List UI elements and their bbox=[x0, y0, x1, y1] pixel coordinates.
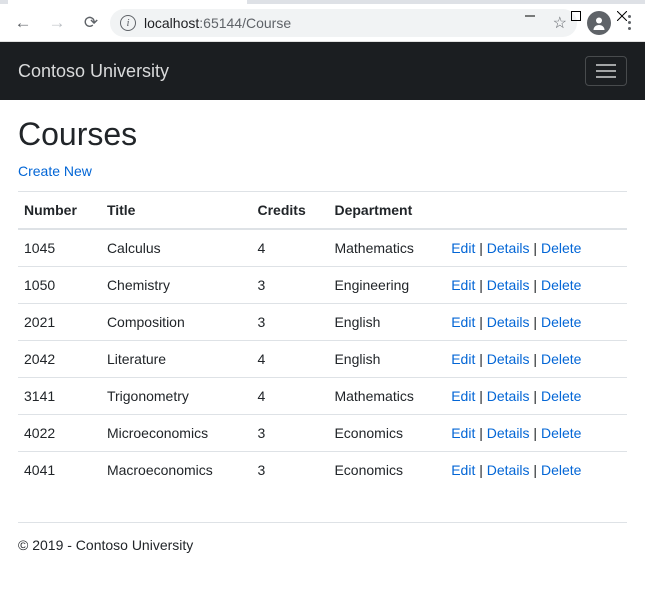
cell-number: 4022 bbox=[18, 415, 101, 452]
page-content: Courses Create New Number Title Credits … bbox=[0, 100, 645, 504]
col-number: Number bbox=[18, 192, 101, 230]
details-link[interactable]: Details bbox=[487, 388, 530, 404]
cell-actions: Edit | Details | Delete bbox=[445, 452, 627, 489]
edit-link[interactable]: Edit bbox=[451, 351, 475, 367]
cell-number: 2042 bbox=[18, 341, 101, 378]
edit-link[interactable]: Edit bbox=[451, 314, 475, 330]
cell-actions: Edit | Details | Delete bbox=[445, 415, 627, 452]
cell-number: 3141 bbox=[18, 378, 101, 415]
table-row: 4041Macroeconomics3EconomicsEdit | Detai… bbox=[18, 452, 627, 489]
create-new-link[interactable]: Create New bbox=[18, 163, 92, 179]
col-department: Department bbox=[328, 192, 445, 230]
navbar-brand[interactable]: Contoso University bbox=[18, 61, 169, 82]
cell-department: Economics bbox=[328, 452, 445, 489]
browser-chrome: Courses - Contoso University × + ← → ⟳ i… bbox=[0, 0, 645, 42]
cell-actions: Edit | Details | Delete bbox=[445, 341, 627, 378]
cell-credits: 3 bbox=[252, 304, 329, 341]
cell-number: 4041 bbox=[18, 452, 101, 489]
col-actions bbox=[445, 192, 627, 230]
cell-actions: Edit | Details | Delete bbox=[445, 304, 627, 341]
cell-credits: 3 bbox=[252, 452, 329, 489]
delete-link[interactable]: Delete bbox=[541, 388, 581, 404]
forward-button[interactable]: → bbox=[42, 8, 72, 38]
table-row: 2042Literature4EnglishEdit | Details | D… bbox=[18, 341, 627, 378]
cell-actions: Edit | Details | Delete bbox=[445, 229, 627, 267]
cell-title: Chemistry bbox=[101, 267, 252, 304]
cell-department: English bbox=[328, 304, 445, 341]
close-window-button[interactable] bbox=[599, 0, 645, 32]
cell-department: Economics bbox=[328, 415, 445, 452]
navbar-toggle-button[interactable] bbox=[585, 56, 627, 86]
page-footer: © 2019 - Contoso University bbox=[18, 522, 627, 567]
reload-button[interactable]: ⟳ bbox=[76, 8, 106, 38]
edit-link[interactable]: Edit bbox=[451, 388, 475, 404]
cell-title: Literature bbox=[101, 341, 252, 378]
details-link[interactable]: Details bbox=[487, 351, 530, 367]
cell-title: Microeconomics bbox=[101, 415, 252, 452]
delete-link[interactable]: Delete bbox=[541, 351, 581, 367]
edit-link[interactable]: Edit bbox=[451, 240, 475, 256]
col-credits: Credits bbox=[252, 192, 329, 230]
delete-link[interactable]: Delete bbox=[541, 240, 581, 256]
cell-department: Mathematics bbox=[328, 229, 445, 267]
details-link[interactable]: Details bbox=[487, 425, 530, 441]
edit-link[interactable]: Edit bbox=[451, 425, 475, 441]
cell-number: 2021 bbox=[18, 304, 101, 341]
url-text: localhost:65144/Course bbox=[144, 15, 545, 31]
back-button[interactable]: ← bbox=[8, 8, 38, 38]
maximize-button[interactable] bbox=[553, 0, 599, 32]
site-navbar: Contoso University bbox=[0, 42, 645, 100]
edit-link[interactable]: Edit bbox=[451, 462, 475, 478]
delete-link[interactable]: Delete bbox=[541, 314, 581, 330]
details-link[interactable]: Details bbox=[487, 462, 530, 478]
page-title: Courses bbox=[18, 116, 627, 153]
cell-title: Composition bbox=[101, 304, 252, 341]
cell-title: Calculus bbox=[101, 229, 252, 267]
url-host: localhost bbox=[144, 15, 199, 31]
cell-credits: 4 bbox=[252, 229, 329, 267]
cell-title: Trigonometry bbox=[101, 378, 252, 415]
courses-table: Number Title Credits Department 1045Calc… bbox=[18, 191, 627, 488]
window-controls bbox=[507, 0, 645, 32]
site-info-icon[interactable]: i bbox=[120, 15, 136, 31]
details-link[interactable]: Details bbox=[487, 240, 530, 256]
cell-credits: 4 bbox=[252, 378, 329, 415]
details-link[interactable]: Details bbox=[487, 314, 530, 330]
browser-tab[interactable]: Courses - Contoso University × bbox=[8, 0, 247, 4]
url-path: :65144/Course bbox=[199, 15, 291, 31]
cell-credits: 3 bbox=[252, 267, 329, 304]
table-row: 1045Calculus4MathematicsEdit | Details |… bbox=[18, 229, 627, 267]
cell-credits: 4 bbox=[252, 341, 329, 378]
delete-link[interactable]: Delete bbox=[541, 425, 581, 441]
cell-department: English bbox=[328, 341, 445, 378]
cell-title: Macroeconomics bbox=[101, 452, 252, 489]
new-tab-button[interactable]: + bbox=[251, 0, 279, 4]
cell-actions: Edit | Details | Delete bbox=[445, 267, 627, 304]
details-link[interactable]: Details bbox=[487, 277, 530, 293]
minimize-button[interactable] bbox=[507, 0, 553, 32]
table-row: 2021Composition3EnglishEdit | Details | … bbox=[18, 304, 627, 341]
edit-link[interactable]: Edit bbox=[451, 277, 475, 293]
col-title: Title bbox=[101, 192, 252, 230]
cell-actions: Edit | Details | Delete bbox=[445, 378, 627, 415]
delete-link[interactable]: Delete bbox=[541, 462, 581, 478]
table-row: 4022Microeconomics3EconomicsEdit | Detai… bbox=[18, 415, 627, 452]
cell-number: 1050 bbox=[18, 267, 101, 304]
table-header-row: Number Title Credits Department bbox=[18, 192, 627, 230]
cell-credits: 3 bbox=[252, 415, 329, 452]
cell-number: 1045 bbox=[18, 229, 101, 267]
cell-department: Mathematics bbox=[328, 378, 445, 415]
delete-link[interactable]: Delete bbox=[541, 277, 581, 293]
table-row: 3141Trigonometry4MathematicsEdit | Detai… bbox=[18, 378, 627, 415]
cell-department: Engineering bbox=[328, 267, 445, 304]
table-row: 1050Chemistry3EngineeringEdit | Details … bbox=[18, 267, 627, 304]
